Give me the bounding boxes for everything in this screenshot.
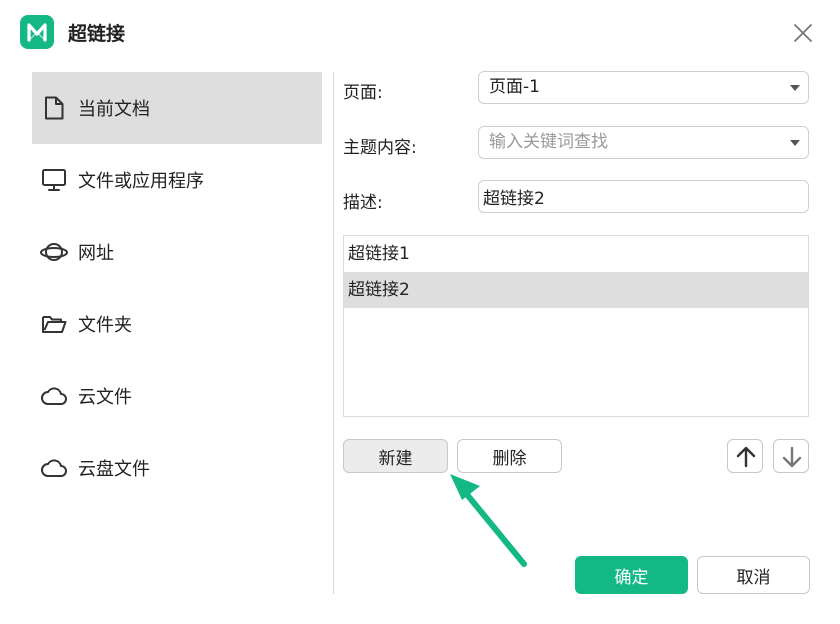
page-select-value: 页面-1 (489, 77, 540, 97)
topic-placeholder: 输入关键词查找 (489, 132, 608, 152)
chevron-down-icon (790, 85, 800, 91)
sidebar-item-label: 网址 (78, 243, 114, 264)
list-item[interactable]: 超链接2 (344, 272, 808, 308)
sidebar-item-label: 文件或应用程序 (78, 171, 204, 192)
sidebar-item-label: 云盘文件 (78, 459, 150, 480)
annotation-arrow-icon (450, 474, 527, 567)
description-input[interactable] (478, 180, 809, 213)
sidebar-item-current-document[interactable]: 当前文档 (32, 72, 322, 144)
sidebar-item-file-or-app[interactable]: 文件或应用程序 (32, 144, 322, 216)
close-icon[interactable] (790, 20, 816, 46)
page-label: 页面: (343, 83, 383, 103)
folder-icon (40, 310, 68, 338)
arrow-up-icon (736, 446, 756, 468)
sidebar-item-folder[interactable]: 文件夹 (32, 288, 322, 360)
panel-divider (333, 72, 334, 594)
cancel-button[interactable]: 取消 (697, 556, 810, 594)
link-type-sidebar: 当前文档 文件或应用程序 网址 文件夹 云文件 云盘文件 (32, 72, 322, 504)
move-up-button[interactable] (727, 439, 763, 473)
title-bar: 超链接 (0, 0, 840, 64)
sidebar-item-cloud-file[interactable]: 云文件 (32, 360, 322, 432)
cloud-icon (40, 382, 68, 410)
chevron-down-icon (790, 140, 800, 146)
sidebar-item-url[interactable]: 网址 (32, 216, 322, 288)
monitor-icon (40, 166, 68, 194)
new-button[interactable]: 新建 (343, 439, 448, 473)
document-icon (40, 94, 68, 122)
page-select[interactable]: 页面-1 (478, 71, 809, 104)
topic-label: 主题内容: (343, 138, 417, 158)
arrow-down-icon (782, 446, 802, 468)
planet-icon (40, 238, 68, 266)
hyperlink-list[interactable]: 超链接1 超链接2 (343, 235, 809, 417)
description-label: 描述: (343, 193, 383, 213)
cloud-drive-icon (40, 454, 68, 482)
app-logo-icon (20, 15, 54, 49)
list-item[interactable]: 超链接1 (344, 236, 808, 272)
sidebar-item-label: 云文件 (78, 387, 132, 408)
sidebar-item-cloud-drive-file[interactable]: 云盘文件 (32, 432, 322, 504)
sidebar-item-label: 文件夹 (78, 315, 132, 336)
dialog-title: 超链接 (68, 23, 126, 45)
sidebar-item-label: 当前文档 (78, 99, 150, 120)
topic-select[interactable]: 输入关键词查找 (478, 126, 809, 159)
confirm-button[interactable]: 确定 (575, 556, 688, 594)
move-down-button[interactable] (773, 439, 809, 473)
